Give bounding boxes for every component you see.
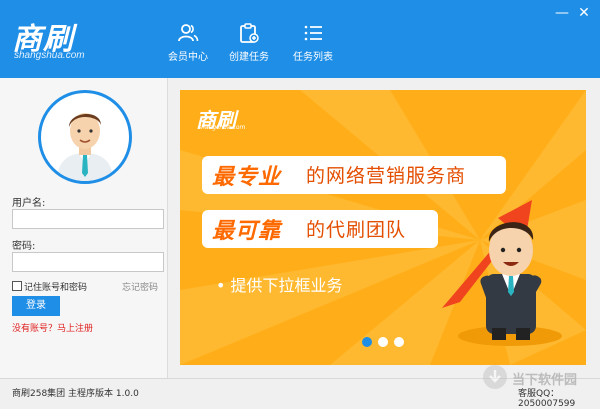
password-input[interactable] bbox=[12, 252, 164, 272]
username-input[interactable] bbox=[12, 209, 164, 229]
slogan-1-text: 的网络营销服务商 bbox=[306, 165, 467, 187]
close-button[interactable]: ✕ bbox=[574, 4, 594, 24]
avatar bbox=[38, 90, 132, 184]
users-icon bbox=[178, 24, 199, 42]
username-label: 用户名: bbox=[12, 198, 46, 209]
nav-member-center-button[interactable]: 会员中心 bbox=[157, 22, 219, 68]
clipboard-add-icon bbox=[240, 23, 259, 43]
nav-task-list-button[interactable]: 任务列表 bbox=[282, 22, 344, 68]
slogan-line-2: 最可靠 的代刷团队 bbox=[202, 210, 438, 248]
carousel-dot-1[interactable] bbox=[362, 337, 372, 347]
nav-task-list-label: 任务列表 bbox=[293, 52, 333, 63]
nav-create-task-button[interactable]: 创建任务 bbox=[218, 22, 280, 68]
checkbox-box[interactable] bbox=[12, 281, 22, 291]
watermark-text: 当下软件园 bbox=[512, 373, 578, 388]
banner-logo-domain: shangshua.com bbox=[198, 124, 246, 131]
carousel-dot-3[interactable] bbox=[394, 337, 404, 347]
banner-bullet: • 提供下拉框业务 bbox=[216, 276, 343, 295]
watermark: 当下软件园 bbox=[482, 360, 592, 396]
carousel-dot-2[interactable] bbox=[378, 337, 388, 347]
remember-label: 记住账号和密码 bbox=[24, 283, 88, 293]
forgot-password-link[interactable]: 忘记密码 bbox=[122, 280, 158, 293]
slogan-2-text: 的代刷团队 bbox=[306, 219, 407, 241]
remember-checkbox[interactable]: 记住账号和密码 bbox=[12, 280, 87, 293]
register-link[interactable]: 没有账号？马上注册 bbox=[12, 321, 93, 334]
slogan-line-1: 最专业 的网络营销服务商 bbox=[202, 156, 506, 194]
slogan-2-highlight: 最可靠 bbox=[212, 219, 282, 244]
promo-banner[interactable]: 商刷 shangshua.com 最专业 的网络营销服务商 最可靠 的代刷团队 … bbox=[180, 90, 586, 365]
list-icon bbox=[304, 25, 322, 41]
minimize-button[interactable]: — bbox=[552, 4, 572, 24]
businessman-avatar-icon bbox=[57, 113, 113, 181]
download-arrow-icon bbox=[483, 365, 507, 389]
version-text: 商刷258集团 主程序版本 1.0.0 bbox=[12, 389, 139, 399]
login-button[interactable]: 登录 bbox=[12, 296, 60, 316]
nav-create-task-label: 创建任务 bbox=[229, 52, 269, 63]
slogan-1-highlight: 最专业 bbox=[212, 165, 282, 190]
nav-member-center-label: 会员中心 bbox=[168, 52, 208, 63]
password-label: 密码: bbox=[12, 241, 36, 252]
app-logo-domain: shangshua.com bbox=[14, 50, 85, 61]
